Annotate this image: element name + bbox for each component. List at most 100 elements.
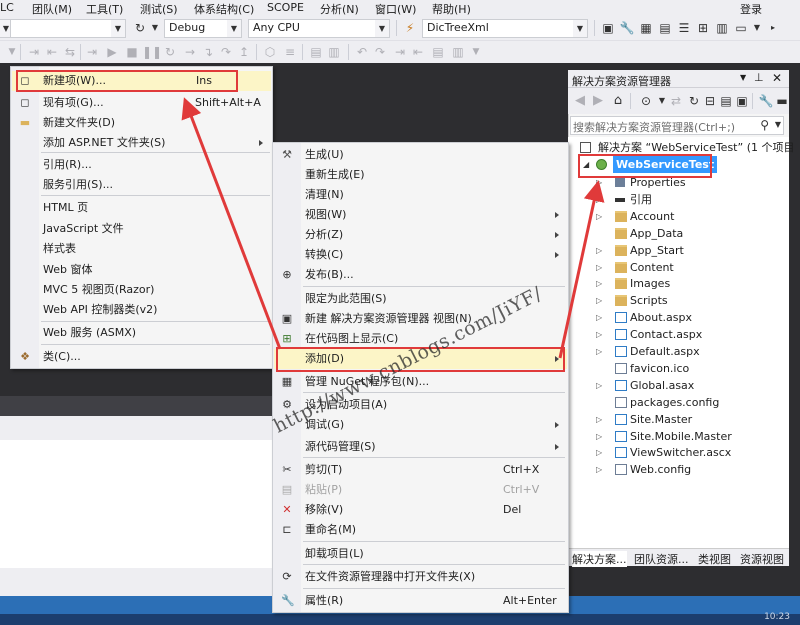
expand-arrow-icon[interactable]: ▷ — [596, 242, 602, 259]
pause-icon[interactable]: ❚❚ — [142, 44, 162, 60]
build-config-combo[interactable]: Debug ▼ — [164, 19, 242, 38]
step-into-icon[interactable]: ↴ — [200, 44, 216, 60]
expand-arrow-icon[interactable]: ▷ — [596, 309, 602, 326]
add-menu-item[interactable]: ❖ 类(C)... — [12, 347, 271, 367]
add-menu-item[interactable]: Web 窗体 — [12, 260, 271, 280]
context-menu-item[interactable]: 清理(N) — [274, 185, 567, 205]
step-over-icon[interactable]: ↷ — [218, 44, 234, 60]
chevron-down-icon[interactable]: ▼ — [4, 44, 20, 60]
menu-item-window[interactable]: 窗口(W) — [375, 1, 416, 17]
preview-icon[interactable]: ▣ — [734, 93, 750, 109]
close-icon[interactable]: ✕ — [772, 71, 782, 85]
chevron-down-icon[interactable]: ▼ — [775, 120, 781, 129]
add-menu-item[interactable]: Web 服务 (ASMX) — [12, 323, 271, 343]
context-menu-item[interactable]: 源代码管理(S) — [274, 437, 567, 457]
add-menu-item[interactable]: MVC 5 视图页(Razor) — [12, 280, 271, 300]
tree-item[interactable]: ▷ Default.aspx — [596, 343, 700, 360]
menu-item-architecture[interactable]: 体系结构(C) — [194, 1, 254, 17]
tree-item[interactable]: ▷ Properties — [596, 174, 686, 191]
undo-icon[interactable]: ↶ — [354, 44, 370, 60]
window-icon[interactable]: ▣ — [600, 20, 616, 36]
uncomment-icon[interactable]: ▥ — [326, 44, 342, 60]
add-menu-item[interactable]: 引用(R)... — [12, 155, 271, 175]
tab-resource-view[interactable]: 资源视图 — [740, 551, 784, 567]
tree-item[interactable]: ▷ Content — [596, 259, 674, 276]
refresh-icon[interactable]: ↻ — [132, 20, 148, 36]
tab-solution-explorer[interactable]: 解决方案... — [572, 551, 627, 567]
context-menu-item[interactable]: 转换(C) — [274, 245, 567, 265]
chevron-down-icon[interactable]: ▼ — [147, 20, 163, 36]
add-menu-item[interactable]: 样式表 — [12, 239, 271, 259]
add-menu-item[interactable]: 添加 ASP.NET 文件夹(S) — [12, 133, 271, 153]
tree-item[interactable]: ▷ About.aspx — [596, 309, 692, 326]
menu-item-analyze[interactable]: 分析(N) — [320, 1, 359, 17]
context-menu-item[interactable]: ✕ 移除(V) Del — [274, 500, 567, 520]
search-icon[interactable]: ⚲ — [760, 118, 769, 132]
menu-item-file[interactable]: LC — [0, 1, 14, 14]
context-menu-item[interactable]: 视图(W) — [274, 205, 567, 225]
team-icon[interactable]: ⊞ — [695, 20, 711, 36]
expand-arrow-icon[interactable]: ▷ — [596, 377, 602, 394]
add-menu-item[interactable]: ◻ 现有项(G)... Shift+Alt+A — [12, 93, 271, 113]
tree-item[interactable]: ▷ Account — [596, 208, 674, 225]
context-menu-item[interactable]: 限定为此范围(S) — [274, 289, 567, 309]
hex-icon[interactable]: ⬡ — [262, 44, 278, 60]
expand-arrow-icon[interactable]: ▷ — [596, 174, 602, 191]
tree-item[interactable]: ▷ ViewSwitcher.ascx — [596, 444, 731, 461]
context-menu-item[interactable]: 卸载项目(L) — [274, 544, 567, 564]
context-menu-item[interactable]: 重新生成(E) — [274, 165, 567, 185]
expand-arrow-icon[interactable]: ▷ — [596, 461, 602, 478]
add-menu-item[interactable]: ◻ 新建项(W)... Ins — [12, 71, 271, 91]
server-icon[interactable]: ▥ — [714, 20, 730, 36]
expand-arrow-icon[interactable]: ▷ — [596, 259, 602, 276]
tree-item[interactable]: ▷ Web.config — [596, 461, 691, 478]
tree-item[interactable]: ▷ Images — [596, 275, 670, 292]
expand-arrow-icon[interactable]: ▷ — [596, 191, 602, 208]
expand-arrow-icon[interactable]: ▷ — [596, 444, 602, 461]
pin-icon[interactable]: ⊥ — [754, 71, 764, 84]
context-menu-item[interactable]: ⊕ 发布(B)... — [274, 265, 567, 285]
context-menu-item[interactable]: 调试(G) — [274, 415, 567, 435]
collapse-all-icon[interactable]: ⊟ — [702, 93, 718, 109]
solution-explorer-search[interactable]: 搜索解决方案资源管理器(Ctrl+;) ⚲ ▼ — [570, 116, 784, 135]
threads-icon[interactable]: ≡ — [282, 44, 298, 60]
wrench-icon[interactable]: 🔧 — [619, 20, 635, 36]
tree-item[interactable]: ▷ Global.asax — [596, 377, 694, 394]
expand-arrow-icon[interactable]: ▷ — [596, 326, 602, 343]
stop-icon[interactable]: ■ — [124, 44, 140, 60]
step-icon[interactable]: ⇤ — [44, 44, 60, 60]
chevron-down-icon[interactable]: ▼ — [749, 20, 765, 36]
expand-arrow-icon[interactable]: ▷ — [596, 343, 602, 360]
tab-team-explorer[interactable]: 团队资源... — [634, 551, 689, 567]
tree-item[interactable]: ▷ App_Start — [596, 242, 684, 259]
add-menu-item[interactable]: JavaScript 文件 — [12, 219, 271, 239]
context-menu-item[interactable]: ⊞ 在代码图上显示(C) — [274, 329, 567, 349]
restart-icon[interactable]: ↻ — [162, 44, 178, 60]
context-menu-item[interactable]: ⚙ 设为启动项目(A) — [274, 395, 567, 415]
toolbox-icon[interactable]: ▤ — [657, 20, 673, 36]
grid-icon[interactable]: ▦ — [638, 20, 654, 36]
step-out-icon[interactable]: ↥ — [236, 44, 252, 60]
project-node[interactable]: ◢ WebServiceTest — [583, 156, 718, 173]
format-icon[interactable]: ▤ — [430, 44, 446, 60]
menu-item-help[interactable]: 帮助(H) — [432, 1, 471, 17]
format-icon[interactable]: ▥ — [450, 44, 466, 60]
find-icon[interactable]: ⚡ — [402, 20, 418, 36]
refresh-icon[interactable]: ↻ — [686, 93, 702, 109]
add-menu-item[interactable]: Web API 控制器类(v2) — [12, 300, 271, 320]
step-icon[interactable]: ⇥ — [26, 44, 42, 60]
add-menu-item[interactable]: ▬ 新建文件夹(D) — [12, 113, 271, 133]
context-menu-item[interactable]: ✂ 剪切(T) Ctrl+X — [274, 460, 567, 480]
sync-icon[interactable]: ⇄ — [668, 93, 684, 109]
menu-item-tools[interactable]: 工具(T) — [86, 1, 123, 17]
pending-changes-icon[interactable]: ⊙ — [638, 93, 654, 109]
tree-item[interactable]: App_Data — [615, 225, 683, 242]
tree-item[interactable]: ▷ Scripts — [596, 292, 668, 309]
expand-arrow-icon[interactable]: ▷ — [596, 275, 602, 292]
context-menu-item[interactable]: ⚒ 生成(U) — [274, 145, 567, 165]
customize-icon[interactable]: ▸ — [765, 20, 781, 36]
tree-item[interactable]: favicon.ico — [615, 360, 689, 377]
show-all-files-icon[interactable]: ▤ — [718, 93, 734, 109]
chevron-down-icon[interactable]: ▼ — [468, 44, 484, 60]
bookmark-icon[interactable]: ⇥ — [84, 44, 100, 60]
